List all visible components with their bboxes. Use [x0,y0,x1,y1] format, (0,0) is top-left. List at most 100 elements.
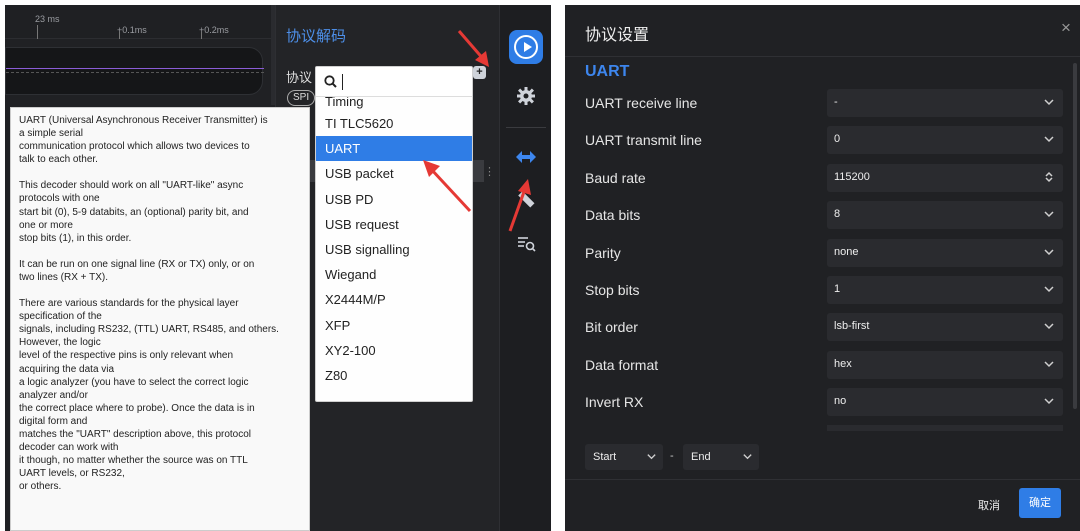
setting-row: Parity none [585,239,1063,267]
setting-select[interactable]: 8 [827,201,1063,229]
setting-select[interactable]: 1 [827,276,1063,304]
list-item[interactable]: Z80 [316,363,472,388]
setting-row: Bit order lsb-first [585,313,1063,341]
protocol-settings-dialog: 协议设置 × UART UART receive line - UART tra… [565,5,1080,531]
protocol-dropdown[interactable]: Timing TI TLC5620 UART USB packet USB PD… [315,66,473,402]
list-item[interactable]: XFP [316,313,472,338]
setting-value: 8 [834,208,841,220]
ruler-tick-label: +0.1ms [117,25,147,35]
right-toolbar [499,5,551,531]
list-item[interactable]: Timing [316,97,472,111]
spinner-icon[interactable] [1043,171,1055,183]
list-item[interactable]: USB signalling [316,237,472,262]
setting-select[interactable]: lsb-first [827,313,1063,341]
setting-value: lsb-first [834,320,870,332]
search-list-icon[interactable] [514,231,538,255]
setting-row: UART transmit line 0 [585,126,1063,154]
range-start-select[interactable]: Start [585,444,663,470]
setting-select[interactable]: hex [827,351,1063,379]
setting-select-partial[interactable] [827,425,1063,431]
setting-value: - [834,96,838,108]
setting-label: Baud rate [585,170,646,186]
setting-label: Bit order [585,319,638,335]
setting-value: none [834,246,859,258]
protocol-decode-icon[interactable] [514,145,538,169]
signal-channel[interactable] [5,47,264,95]
setting-select[interactable]: none [827,239,1063,267]
logic-analyzer-window: 23 ms +0.1ms +0.2ms 协议解码 协议 SPI 器 ⋮ + [5,5,551,531]
waveform-area: 23 ms +0.1ms +0.2ms [5,5,275,105]
cancel-button[interactable]: 取消 [978,497,1000,513]
tooltip-paragraph: It can be run on one signal line (RX or … [19,258,255,283]
baud-rate-input[interactable]: 115200 [827,164,1063,192]
list-item[interactable]: Wiegand [316,262,472,287]
tooltip-paragraph: There are various standards for the phys… [19,298,279,493]
screenshot-root: 23 ms +0.1ms +0.2ms 协议解码 协议 SPI 器 ⋮ + [0,0,1080,531]
protocol-label: 协议 [286,70,313,85]
chevron-down-icon [1044,136,1054,143]
time-ruler: 23 ms +0.1ms +0.2ms [5,5,275,39]
list-item[interactable]: USB packet [316,161,472,186]
ruler-tick-mark [37,25,38,39]
ruler-tick-label: 23 ms [35,14,60,24]
play-icon [514,35,538,59]
scrollbar[interactable] [1073,63,1077,409]
setting-row: Data format hex [585,351,1063,379]
setting-row: UART receive line - [585,89,1063,117]
setting-label: UART transmit line [585,132,702,148]
ruler-tick-mark [119,32,120,39]
chevron-down-icon [1044,323,1054,330]
list-item[interactable]: USB request [316,212,472,237]
setting-select[interactable]: no [827,388,1063,416]
signal-trace [6,68,264,69]
range-end-value: End [691,451,711,463]
setting-label: Stop bits [585,282,640,298]
setting-select[interactable]: - [827,89,1063,117]
search-icon [324,75,337,88]
protocol-search-input[interactable] [316,67,472,97]
ruler-tick-mark [201,32,202,39]
tooltip-paragraph: UART (Universal Asynchronous Receiver Tr… [19,115,268,166]
setting-value: 0 [834,133,841,145]
list-item[interactable]: USB PD [316,187,472,212]
protocol-list: Timing TI TLC5620 UART USB packet USB PD… [316,97,472,388]
setting-value: no [834,395,847,407]
list-item-selected[interactable]: UART [316,136,472,162]
tooltip-paragraph: This decoder should work on all "UART-li… [19,180,249,244]
toolbar-divider [506,127,546,128]
list-item[interactable]: TI TLC5620 [316,111,472,136]
chevron-down-icon [1044,398,1054,405]
close-icon[interactable]: × [1061,18,1071,38]
setting-select[interactable]: 0 [827,126,1063,154]
range-end-select[interactable]: End [683,444,759,470]
setting-label: Data format [585,357,659,373]
ruler-icon[interactable] [514,187,538,211]
confirm-button[interactable]: 确定 [1019,488,1061,518]
range-start-value: Start [593,451,617,463]
setting-value: hex [834,358,852,370]
chevron-down-icon [1044,249,1054,256]
chevron-down-icon [1044,361,1054,368]
setting-row: Invert RX no [585,388,1063,416]
add-protocol-icon[interactable]: + [473,66,486,79]
protocol-chip-spi[interactable]: SPI [287,90,316,106]
gear-icon[interactable] [514,84,538,108]
more-options-icon[interactable]: ⋮ [484,165,495,178]
dialog-title: 协议设置 [585,27,650,44]
range-separator: - [670,450,674,462]
setting-label: Invert RX [585,394,644,410]
setting-row: Stop bits 1 [585,276,1063,304]
run-button[interactable] [509,30,543,64]
list-item[interactable]: XY2-100 [316,338,472,363]
panel-title: 协议解码 [286,28,347,45]
dialog-footer: 取消 确定 [565,479,1080,531]
setting-label: Parity [585,245,621,261]
chevron-down-icon [1044,211,1054,218]
setting-label: UART receive line [585,95,698,111]
setting-row: Data bits 8 [585,201,1063,229]
text-caret [342,74,343,90]
chevron-down-icon [1044,99,1054,106]
list-item[interactable]: X2444M/P [316,287,472,312]
setting-value: 115200 [834,171,870,183]
section-title: UART [585,63,630,80]
